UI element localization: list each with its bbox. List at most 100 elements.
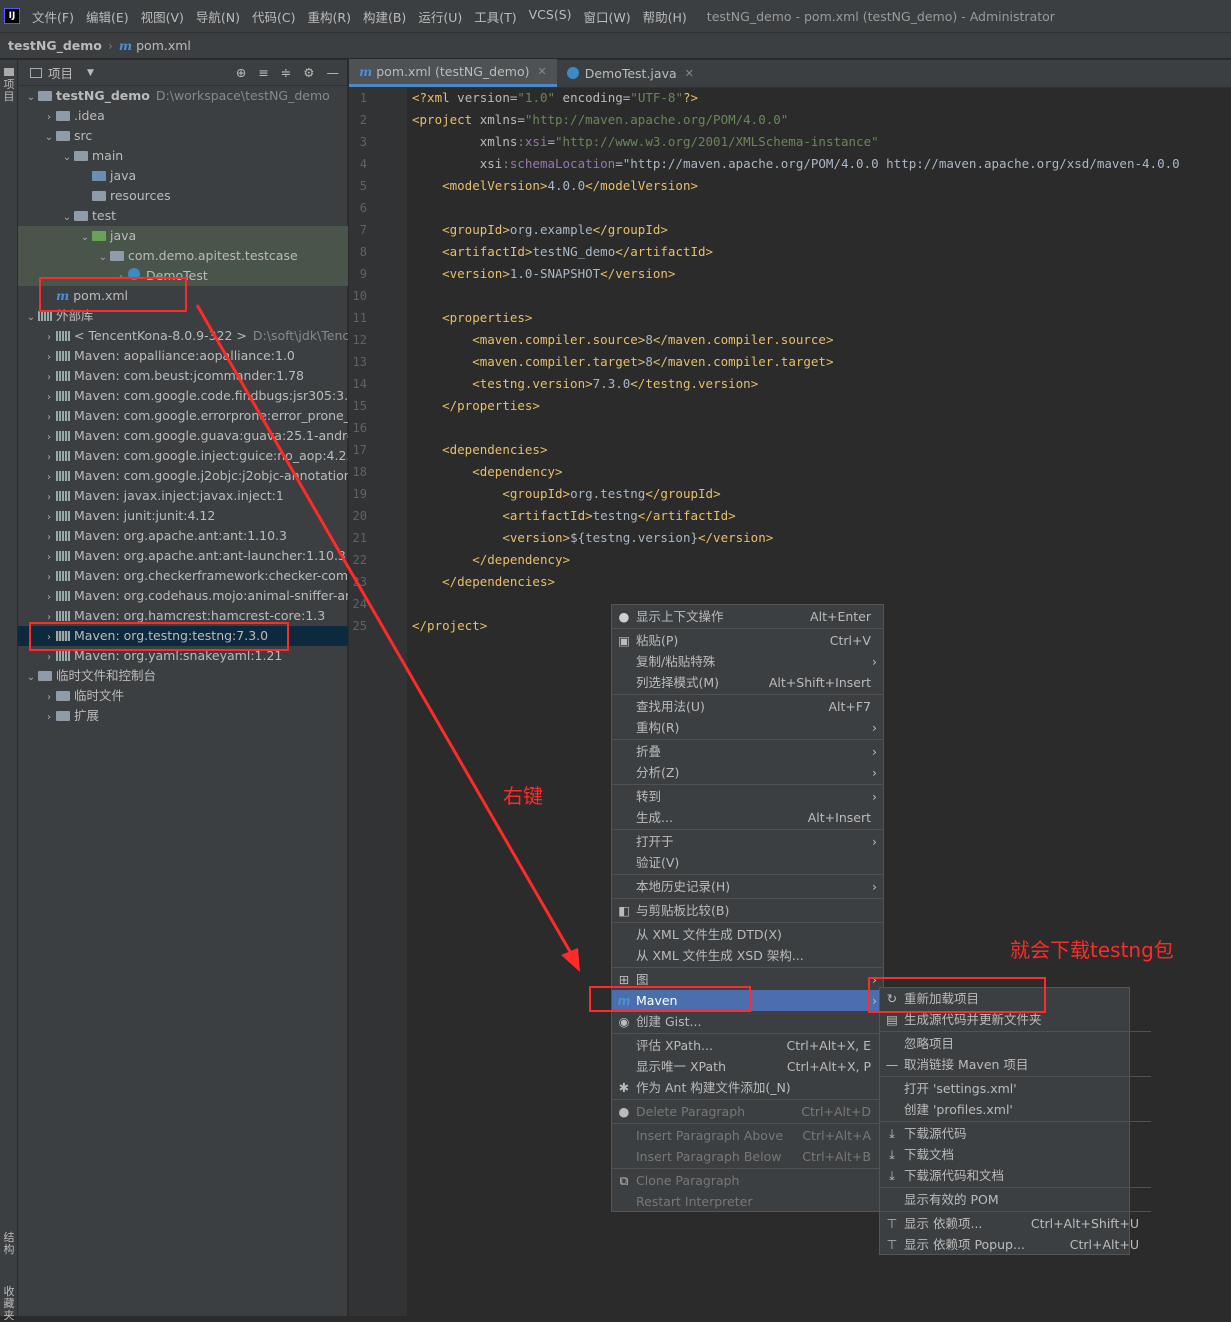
- chevron-right-icon[interactable]: ›: [42, 488, 56, 506]
- chevron-right-icon[interactable]: ›: [42, 368, 56, 386]
- tree-row[interactable]: › Maven: com.google.inject:guice:no_aop:4…: [18, 446, 348, 466]
- code-line[interactable]: </dependency>: [412, 552, 570, 567]
- chevron-right-icon[interactable]: ›: [42, 468, 56, 486]
- code-line[interactable]: <?xml version="1.0" encoding="UTF-8"?>: [412, 90, 698, 105]
- code-line[interactable]: </properties>: [412, 398, 540, 413]
- menu-item[interactable]: 工具(T): [468, 7, 522, 26]
- close-icon[interactable]: ✕: [685, 67, 694, 80]
- chevron-right-icon[interactable]: ›: [42, 508, 56, 526]
- chevron-right-icon[interactable]: ›: [42, 108, 56, 126]
- menu-item[interactable]: ● 显示上下文操作 Alt+Enter: [612, 606, 883, 627]
- chevron-right-icon[interactable]: ›: [42, 688, 56, 706]
- menu-item[interactable]: 本地历史记录(H) ›: [612, 876, 883, 897]
- tree-row[interactable]: › Maven: org.apache.ant:ant:1.10.3: [18, 526, 348, 546]
- tree-row[interactable]: ⌄ test: [18, 206, 348, 226]
- menu-item[interactable]: 从 XML 文件生成 XSD 架构...: [612, 945, 883, 966]
- tree-row[interactable]: › Maven: junit:junit:4.12: [18, 506, 348, 526]
- tool-tab-favorites[interactable]: 收藏夹: [1, 1286, 17, 1322]
- menu-item[interactable]: 运行(U): [412, 7, 468, 26]
- code-line[interactable]: <version>1.0-SNAPSHOT</version>: [412, 266, 675, 281]
- menu-item[interactable]: ◉ 创建 Gist...: [612, 1011, 883, 1032]
- menu-item[interactable]: 查找用法(U) Alt+F7: [612, 696, 883, 717]
- tree-row[interactable]: › Maven: aopalliance:aopalliance:1.0: [18, 346, 348, 366]
- chevron-down-icon[interactable]: ⌄: [24, 88, 38, 106]
- menu-item[interactable]: ✱ 作为 Ant 构建文件添加(_N): [612, 1077, 883, 1098]
- menu-item[interactable]: 打开 'settings.xml': [880, 1078, 1151, 1099]
- code-line[interactable]: <maven.compiler.target>8</maven.compiler…: [412, 354, 833, 369]
- menu-item[interactable]: 转到 ›: [612, 786, 883, 807]
- menu-item[interactable]: 显示有效的 POM: [880, 1189, 1151, 1210]
- code-line[interactable]: <artifactId>testng</artifactId>: [412, 508, 735, 523]
- tool-tab-structure[interactable]: 结构: [1, 1232, 17, 1256]
- menu-item[interactable]: ⤓ 下载源代码: [880, 1123, 1151, 1144]
- menu-item[interactable]: 从 XML 文件生成 DTD(X): [612, 924, 883, 945]
- menu-item[interactable]: ⤓ 下载源代码和文档: [880, 1165, 1151, 1186]
- menu-item[interactable]: 验证(V): [612, 852, 883, 873]
- chevron-down-icon[interactable]: ⌄: [24, 308, 38, 326]
- locate-icon[interactable]: ⊕: [236, 65, 246, 80]
- menu-item[interactable]: ⊤ 显示 依赖项 Popup... Ctrl+Alt+U: [880, 1234, 1151, 1255]
- menu-item[interactable]: 窗口(W): [578, 7, 637, 26]
- expand-all-icon[interactable]: ≡: [258, 65, 268, 80]
- menu-item[interactable]: 生成... Alt+Insert: [612, 807, 883, 828]
- code-line[interactable]: </project>: [412, 618, 487, 633]
- collapse-all-icon[interactable]: ≑: [281, 65, 291, 80]
- chevron-right-icon[interactable]: ›: [42, 708, 56, 726]
- breadcrumb-file[interactable]: pom.xml: [136, 38, 191, 53]
- menu-item[interactable]: 评估 XPath... Ctrl+Alt+X, E: [612, 1035, 883, 1056]
- tree-row[interactable]: ⌄ com.demo.apitest.testcase: [18, 246, 348, 266]
- menu-item[interactable]: VCS(S): [523, 7, 578, 26]
- hide-icon[interactable]: —: [327, 65, 340, 80]
- chevron-down-icon[interactable]: ⌄: [60, 148, 74, 166]
- chevron-right-icon[interactable]: ›: [42, 388, 56, 406]
- menu-item[interactable]: 重构(R): [302, 7, 357, 26]
- menu-item[interactable]: — 取消链接 Maven 项目: [880, 1054, 1151, 1075]
- chevron-right-icon[interactable]: ›: [42, 348, 56, 366]
- menu-item[interactable]: 折叠 ›: [612, 741, 883, 762]
- code-line[interactable]: <properties>: [412, 310, 532, 325]
- tree-row[interactable]: ⌄ main: [18, 146, 348, 166]
- menu-item[interactable]: 视图(V): [135, 7, 190, 26]
- chevron-right-icon[interactable]: ›: [42, 328, 56, 346]
- code-line[interactable]: </dependencies>: [412, 574, 555, 589]
- menu-item[interactable]: ▣ 粘贴(P) Ctrl+V: [612, 630, 883, 651]
- chevron-down-icon[interactable]: ⌄: [96, 248, 110, 266]
- code-line[interactable]: <groupId>org.testng</groupId>: [412, 486, 720, 501]
- gear-icon[interactable]: ⚙: [303, 65, 314, 80]
- code-line[interactable]: <dependency>: [412, 464, 562, 479]
- menu-item[interactable]: 创建 'profiles.xml': [880, 1099, 1151, 1120]
- code-line[interactable]: <testng.version>7.3.0</testng.version>: [412, 376, 758, 391]
- chevron-right-icon[interactable]: ›: [42, 408, 56, 426]
- menu-item[interactable]: 文件(F): [26, 7, 80, 26]
- chevron-right-icon[interactable]: ›: [42, 528, 56, 546]
- close-icon[interactable]: ✕: [537, 65, 546, 78]
- code-line[interactable]: <modelVersion>4.0.0</modelVersion>: [412, 178, 698, 193]
- menu-item[interactable]: ⤓ 下载文档: [880, 1144, 1151, 1165]
- tree-row[interactable]: › Maven: com.beust:jcommander:1.78: [18, 366, 348, 386]
- project-panel-title[interactable]: 项目: [48, 63, 73, 82]
- menu-item[interactable]: 重构(R) ›: [612, 717, 883, 738]
- tool-tab-project[interactable]: 项目: [1, 68, 17, 103]
- menu-item[interactable]: ⊤ 显示 依赖项... Ctrl+Alt+Shift+U: [880, 1213, 1151, 1234]
- chevron-down-icon[interactable]: ⌄: [42, 128, 56, 146]
- tree-row[interactable]: resources: [18, 186, 348, 206]
- menu-item[interactable]: 构建(B): [357, 7, 412, 26]
- editor-tab[interactable]: DemoTest.java ✕: [557, 59, 704, 87]
- tree-row[interactable]: java: [18, 166, 348, 186]
- code-line[interactable]: xmlns:xsi="http://www.w3.org/2001/XMLSch…: [412, 134, 879, 149]
- tree-row[interactable]: › 临时文件: [18, 686, 348, 706]
- menu-item[interactable]: 编辑(E): [80, 7, 135, 26]
- code-line[interactable]: xsi:schemaLocation="http://maven.apache.…: [412, 156, 1180, 171]
- tree-row[interactable]: ⌄ src: [18, 126, 348, 146]
- code-line[interactable]: <artifactId>testNG_demo</artifactId>: [412, 244, 713, 259]
- dropdown-arrow-icon[interactable]: ▼: [87, 68, 94, 78]
- tree-row[interactable]: ⌄ java: [18, 226, 348, 246]
- code-line[interactable]: <maven.compiler.source>8</maven.compiler…: [412, 332, 833, 347]
- menu-item[interactable]: ◧ 与剪贴板比较(B): [612, 900, 883, 921]
- tree-row[interactable]: › Maven: com.google.guava:guava:25.1-andr…: [18, 426, 348, 446]
- chevron-right-icon[interactable]: ›: [42, 548, 56, 566]
- menu-item[interactable]: 分析(Z) ›: [612, 762, 883, 783]
- code-line[interactable]: <project xmlns="http://maven.apache.org/…: [412, 112, 788, 127]
- menu-item[interactable]: 复制/粘贴特殊 ›: [612, 651, 883, 672]
- menu-item[interactable]: 忽略项目: [880, 1033, 1151, 1054]
